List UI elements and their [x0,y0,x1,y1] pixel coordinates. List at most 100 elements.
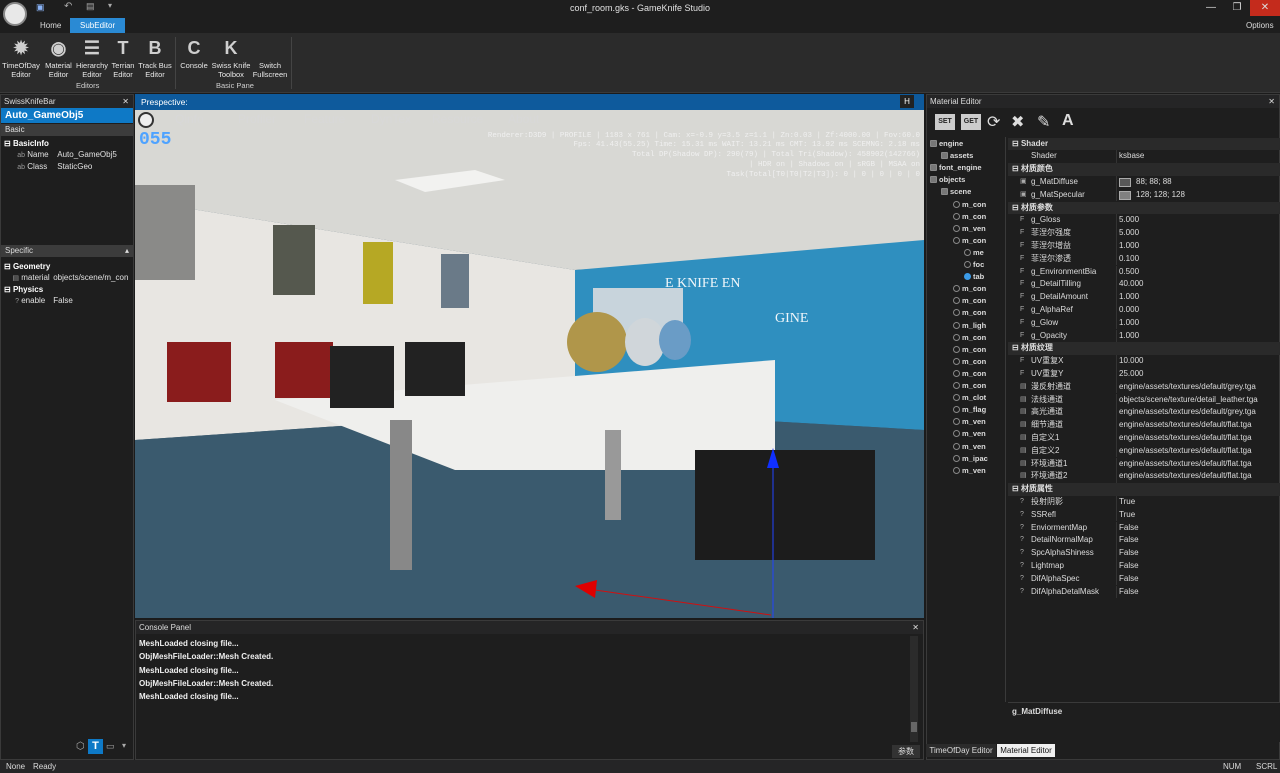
cube-icon[interactable]: ⬡ [76,741,85,752]
property-value[interactable]: ksbase [1119,150,1144,163]
tree-node[interactable]: m_flag [953,405,986,414]
property-row[interactable]: ▣ g_MatDiffuse 88; 88; 88 [1008,175,1280,189]
tree-node[interactable]: m_ven [953,442,986,451]
get-button[interactable]: GET [961,114,981,130]
refresh-icon[interactable]: ⟳ [987,112,1000,132]
tree-node[interactable]: me [964,248,984,257]
tree-node[interactable]: assets [941,151,973,160]
tree-node[interactable]: m_con [953,369,986,378]
property-value[interactable]: False [1119,586,1139,599]
tree-node[interactable]: m_con [953,200,986,209]
property-value[interactable]: engine/assets/textures/default/grey.tga [1119,406,1256,419]
property-row[interactable]: ? SSRefl True [1008,508,1280,522]
tree-node[interactable]: m_con [953,296,986,305]
property-row[interactable]: ▤ 自定义1 engine/assets/textures/default/flat… [1008,431,1280,445]
tree-node[interactable]: m_clot [953,393,986,402]
tree-node[interactable]: m_con [953,345,986,354]
prop-row-material[interactable]: ▤ material objects/scene/m_con [1,272,133,284]
section-header[interactable]: ⊟ 材质纹理 [1008,342,1280,356]
delete-icon[interactable]: ✖ [1011,112,1024,132]
property-value[interactable]: False [1119,573,1139,586]
swiss-knife-toolbox-button[interactable]: K Swiss Knife Toolbox [210,35,252,79]
property-row[interactable]: F 菲涅尔渗透 0.100 [1008,252,1280,266]
property-value[interactable]: 10.000 [1119,355,1143,368]
object-name[interactable]: Auto_GameObj5 [1,108,133,123]
property-value[interactable]: 25.000 [1119,368,1143,381]
property-value[interactable]: 5.000 [1119,214,1139,227]
menu-dyntex[interactable]: DynTex [371,112,411,126]
property-row[interactable]: Fg_Opacity 1.000 [1008,329,1280,343]
material-tree[interactable]: engine assets font_engine objects scene m_con… [927,137,1006,702]
menu-about[interactable]: About [508,112,539,126]
close-icon[interactable]: ✕ [912,621,919,634]
property-value[interactable]: True [1119,509,1135,522]
tree-node[interactable]: m_ven [953,466,986,475]
console-button[interactable]: C Console [177,35,211,71]
property-value[interactable]: objects/scene/texture/detail_leather.tga [1119,394,1258,407]
property-value[interactable]: 88; 88; 88 [1136,176,1172,189]
tree-node[interactable]: m_con [953,357,986,366]
property-row[interactable]: ? Lightmap False [1008,559,1280,573]
eyedropper-icon[interactable]: ✎ [1037,112,1050,132]
property-row[interactable]: Fg_EnvironmentBia 0.500 [1008,265,1280,279]
property-value[interactable]: False [1119,522,1139,535]
collapse-icon[interactable]: ▴ [125,245,129,257]
tree-node[interactable]: m_con [953,284,986,293]
bottom-tab-timeofday[interactable]: TimeOfDay Editor [926,744,996,757]
property-value[interactable]: 1.000 [1119,330,1139,343]
prop-row-class[interactable]: ab Class StaticGeo [1,161,133,173]
property-row[interactable]: ▤ 环境通道2 engine/assets/textures/default/fla… [1008,470,1280,484]
tree-node[interactable]: m_con [953,212,986,221]
viewport-h-button[interactable]: H [900,95,914,108]
section-header[interactable]: ⊟ Shader [1008,137,1280,151]
property-value[interactable]: engine/assets/textures/default/flat.tga [1119,458,1252,471]
property-value[interactable]: 0.100 [1119,253,1139,266]
close-icon[interactable]: ✕ [1268,95,1275,108]
menu-feature[interactable]: Feature [304,112,345,126]
property-value[interactable]: False [1119,534,1139,547]
property-value[interactable]: 0.500 [1119,266,1139,279]
basic-header[interactable]: Basic [1,124,133,136]
tree-node[interactable]: tab [964,272,984,281]
property-value[interactable]: False [1119,560,1139,573]
property-row[interactable]: Fg_Gloss 5.000 [1008,214,1280,228]
property-row[interactable]: F 菲涅尔增益 1.000 [1008,239,1280,253]
viewport-logo-icon[interactable] [138,112,154,128]
tab-subeditor[interactable]: SubEditor [70,18,126,33]
menu-qinfo[interactable]: Qinfo [175,112,204,126]
property-value[interactable]: False [1119,547,1139,560]
color-swatch[interactable] [1119,177,1131,187]
property-row[interactable]: ? 投射阴影 True [1008,495,1280,509]
section-header[interactable]: ⊟ 材质颜色 [1008,163,1280,176]
viewport-3d[interactable]: E KNIFE EN GINE 055 Renderer:D3D9 | PROF… [135,110,924,618]
property-row[interactable]: Fg_AlphaRef 0.000 [1008,303,1280,317]
property-row[interactable]: ▤ 漫反射通道 engine/assets/textures/default/gre… [1008,380,1280,394]
tree-node[interactable]: objects [930,175,965,184]
property-value[interactable]: engine/assets/textures/default/flat.tga [1119,445,1252,458]
property-value[interactable]: engine/assets/textures/default/flat.tga [1119,432,1252,445]
terrian-editor-button[interactable]: T Terrian Editor [109,35,137,79]
bottom-tab-material[interactable]: Material Editor [997,744,1055,757]
property-row[interactable]: ? DifAlphaDetalMask False [1008,585,1280,599]
property-row[interactable]: F UV重复X 10.000 [1008,355,1280,368]
property-value[interactable]: True [1119,496,1135,509]
tree-node[interactable]: m_con [953,381,986,390]
tree-node[interactable]: scene [941,187,971,196]
property-row[interactable]: Fg_Glow 1.000 [1008,316,1280,330]
save-as-icon[interactable]: A [1062,112,1074,130]
tree-node[interactable]: m_con [953,236,986,245]
app-logo-icon[interactable] [3,2,27,26]
tree-node[interactable]: m_ven [953,429,986,438]
tree-node[interactable]: m_ven [953,224,986,233]
property-row[interactable]: F 菲涅尔强度 5.000 [1008,227,1280,240]
property-value[interactable]: engine/assets/textures/default/flat.tga [1119,419,1252,432]
property-value[interactable]: 1.000 [1119,317,1139,330]
property-row[interactable]: ▤ 自定义2 engine/assets/textures/default/flat… [1008,444,1280,458]
property-row[interactable]: ? DetailNormalMap False [1008,534,1280,548]
prop-row-name[interactable]: ab Name Auto_GameObj5 [1,149,133,161]
dropdown-icon[interactable]: ▾ [122,741,126,750]
tree-node[interactable]: m_con [953,308,986,317]
tree-node[interactable]: m_ligh [953,321,986,330]
menu-resource[interactable]: Resource [432,112,483,126]
menu-profiler[interactable]: Profiler [238,112,276,126]
